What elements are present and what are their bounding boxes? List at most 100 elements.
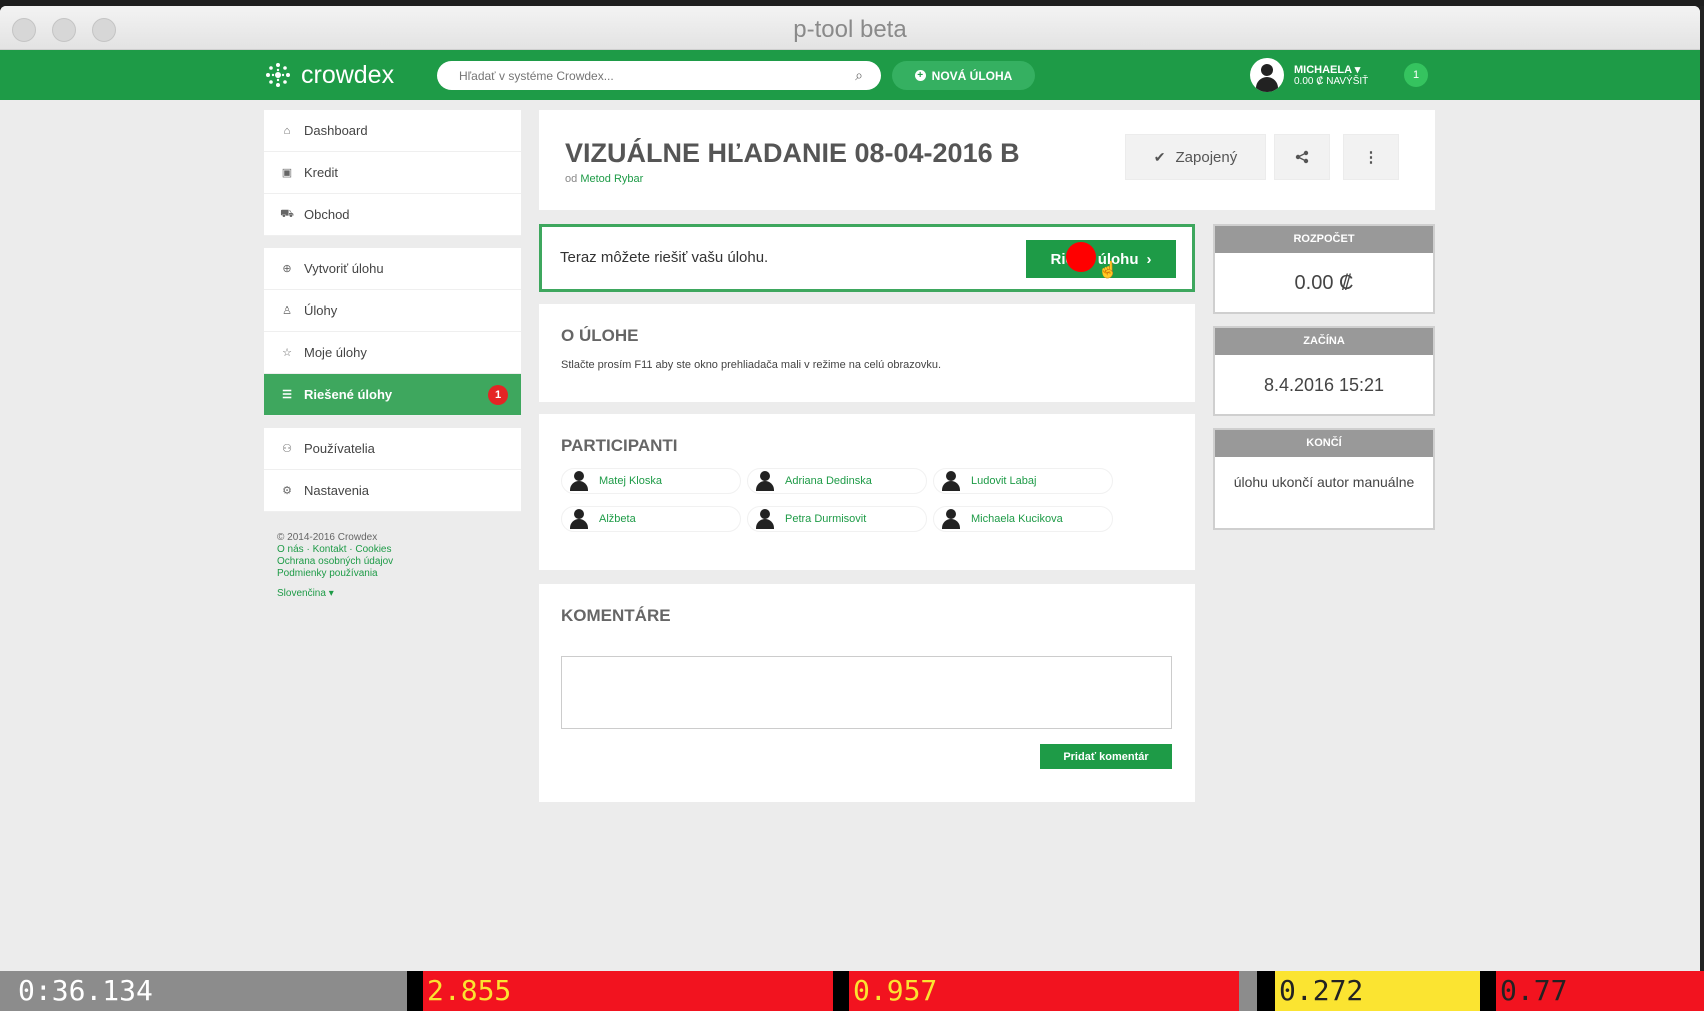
participant-item[interactable]: Adriana Dedinska (747, 468, 927, 494)
sidebar-item-obchod[interactable]: ⛟ Obchod (264, 194, 521, 236)
participant-item[interactable]: Matej Kloska (561, 468, 741, 494)
sidebar-item-tasks[interactable]: ♙ Úlohy (264, 290, 521, 332)
sidebar-item-label: Úlohy (304, 303, 338, 318)
comments-section: KOMENTÁRE Pridať komentár (539, 584, 1195, 802)
top-navigation: crowdex ⌕ + NOVÁ ÚLOHA MICHAELA ▾ 0.00 ₡… (0, 50, 1700, 100)
hand-cursor-icon: ☝ (1098, 262, 1118, 279)
gear-icon: ⚙ (282, 485, 292, 497)
user-icon (754, 470, 776, 492)
more-options-button[interactable]: ⋮ (1343, 134, 1399, 180)
money-icon: ▣ (281, 167, 293, 179)
user-balance: 0.00 ₡ NAVÝŠIŤ (1294, 76, 1369, 87)
sidebar-item-dashboard[interactable]: ⌂ Dashboard (264, 110, 521, 152)
sidebar-item-my-tasks[interactable]: ☆ Moje úlohy (264, 332, 521, 374)
sidebar-item-kredit[interactable]: ▣ Kredit (264, 152, 521, 194)
privacy-link[interactable]: Ochrana osobných údajov (277, 556, 521, 568)
joined-label: Zapojený (1175, 148, 1238, 166)
search-icon[interactable]: ⌕ (855, 67, 863, 84)
chevron-right-icon: › (1146, 250, 1152, 268)
section-title: O ÚLOHE (561, 326, 639, 345)
solve-prompt: Teraz môžete riešiť vašu úlohu. Riešiť ú… (539, 224, 1195, 292)
participant-item[interactable]: Petra Durmisovit (747, 506, 927, 532)
status-badge: 1 (488, 385, 508, 405)
about-section: O ÚLOHE Stlačte prosím F11 aby ste okno … (539, 304, 1195, 402)
participant-item[interactable]: Ludovit Labaj (933, 468, 1113, 494)
user-icon (568, 508, 590, 530)
sidebar-item-label: Kredit (304, 165, 338, 180)
participants-section: PARTICIPANTI Matej Kloska Adriana Dedins… (539, 414, 1195, 570)
sidebar-group-account: ⌂ Dashboard ▣ Kredit ⛟ Obchod (264, 110, 521, 236)
title-bar: p-tool beta (0, 6, 1700, 50)
participant-list: Matej Kloska Adriana Dedinska Ludovit La… (561, 468, 1181, 532)
metrics-bar: 0:36.134 2.855 0.957 0.272 0.77 (0, 971, 1704, 1011)
users-icon: ⚇ (282, 443, 292, 455)
share-button[interactable] (1274, 134, 1330, 180)
sidebar-item-label: Obchod (304, 207, 350, 222)
sidebar-item-solved-tasks[interactable]: ☰ Riešené úlohy 1 (264, 374, 521, 416)
budget-value: 0.00 ₡ (1294, 272, 1354, 294)
sidebar-footer: © 2014-2016 Crowdex O nás · Kontakt · Co… (264, 532, 521, 600)
language-selector[interactable]: Slovenčina ▾ (277, 588, 521, 600)
plus-icon: + (914, 70, 926, 81)
avatar (1250, 58, 1284, 92)
crowdex-logo-icon (266, 63, 290, 87)
logo-text: crowdex (301, 60, 395, 89)
comment-input[interactable] (561, 656, 1172, 729)
user-menu[interactable]: MICHAELA ▾ 0.00 ₡ NAVÝŠIŤ (1250, 58, 1368, 92)
joined-button[interactable]: ✔ Zapojený (1125, 134, 1266, 180)
page-title: VIZUÁLNE HĽADANIE 08-04-2016 B (565, 138, 1020, 168)
task-author: od Metod Rybar (565, 173, 644, 185)
notification-badge[interactable]: 1 (1404, 63, 1428, 87)
start-value: 8.4.2016 15:21 (1263, 375, 1385, 395)
end-value: úlohu ukončí autor manuálne (1233, 474, 1415, 490)
vertical-dots-icon: ⋮ (1363, 149, 1379, 166)
section-title: KOMENTÁRE (561, 606, 671, 625)
list-icon: ☰ (282, 389, 292, 401)
plus-circle-icon: ⊕ (282, 263, 292, 275)
participant-item[interactable]: Michaela Kucikova (933, 506, 1113, 532)
search-box: ⌕ (437, 61, 881, 90)
caret-down-icon: ▾ (1354, 64, 1361, 76)
metric-4: 0.77 (1496, 971, 1704, 1011)
metric-1: 2.855 (423, 971, 833, 1011)
sidebar-item-settings[interactable]: ⚙ Nastavenia (264, 470, 521, 512)
metric-2: 0.957 (849, 971, 1239, 1011)
sidebar-item-label: Moje úlohy (304, 345, 367, 360)
check-icon: ✔ (1153, 148, 1166, 165)
sidebar-item-users[interactable]: ⚇ Používatelia (264, 428, 521, 470)
sidebar: ⌂ Dashboard ▣ Kredit ⛟ Obchod ⊕ Vytvoriť… (264, 110, 521, 600)
sidebar-item-label: Vytvoriť úlohu (304, 261, 384, 276)
solve-prompt-text: Teraz môžete riešiť vašu úlohu. (560, 249, 769, 266)
user-icon (940, 508, 962, 530)
crowdex-logo[interactable]: crowdex (263, 60, 394, 90)
sidebar-item-label: Dashboard (304, 123, 368, 138)
budget-label: ROZPOČET (1215, 226, 1433, 253)
section-title: PARTICIPANTI (561, 436, 678, 455)
flask-icon: ♙ (282, 305, 292, 317)
author-link[interactable]: Metod Rybar (580, 173, 643, 185)
copyright: © 2014-2016 Crowdex (277, 532, 378, 543)
start-label: ZAČÍNA (1215, 328, 1433, 355)
terms-link[interactable]: Podmienky používania (277, 568, 521, 580)
sidebar-group-admin: ⚇ Používatelia ⚙ Nastavenia (264, 428, 521, 512)
gaze-marker (1066, 242, 1096, 272)
user-icon (754, 508, 776, 530)
add-comment-button[interactable]: Pridať komentár (1040, 744, 1172, 769)
new-task-button[interactable]: + NOVÁ ÚLOHA (892, 61, 1035, 90)
footer-links[interactable]: O nás · Kontakt · Cookies (277, 544, 521, 556)
share-icon (1295, 150, 1309, 164)
end-label: KONČÍ (1215, 430, 1433, 457)
sidebar-item-create-task[interactable]: ⊕ Vytvoriť úlohu (264, 248, 521, 290)
task-header: VIZUÁLNE HĽADANIE 08-04-2016 B od Metod … (539, 110, 1435, 210)
metric-3: 0.272 (1275, 971, 1480, 1011)
metric-separator (1239, 971, 1257, 1011)
about-text: Stlačte prosím F11 aby ste okno prehliad… (561, 359, 942, 371)
search-input[interactable] (437, 61, 837, 90)
sidebar-item-label: Nastavenia (304, 483, 370, 498)
timer-readout: 0:36.134 (0, 971, 407, 1011)
end-card: KONČÍ úlohu ukončí autor manuálne (1213, 428, 1435, 530)
user-icon (568, 470, 590, 492)
user-icon (940, 470, 962, 492)
new-task-label: NOVÁ ÚLOHA (931, 68, 1013, 83)
participant-item[interactable]: Alžbeta (561, 506, 741, 532)
